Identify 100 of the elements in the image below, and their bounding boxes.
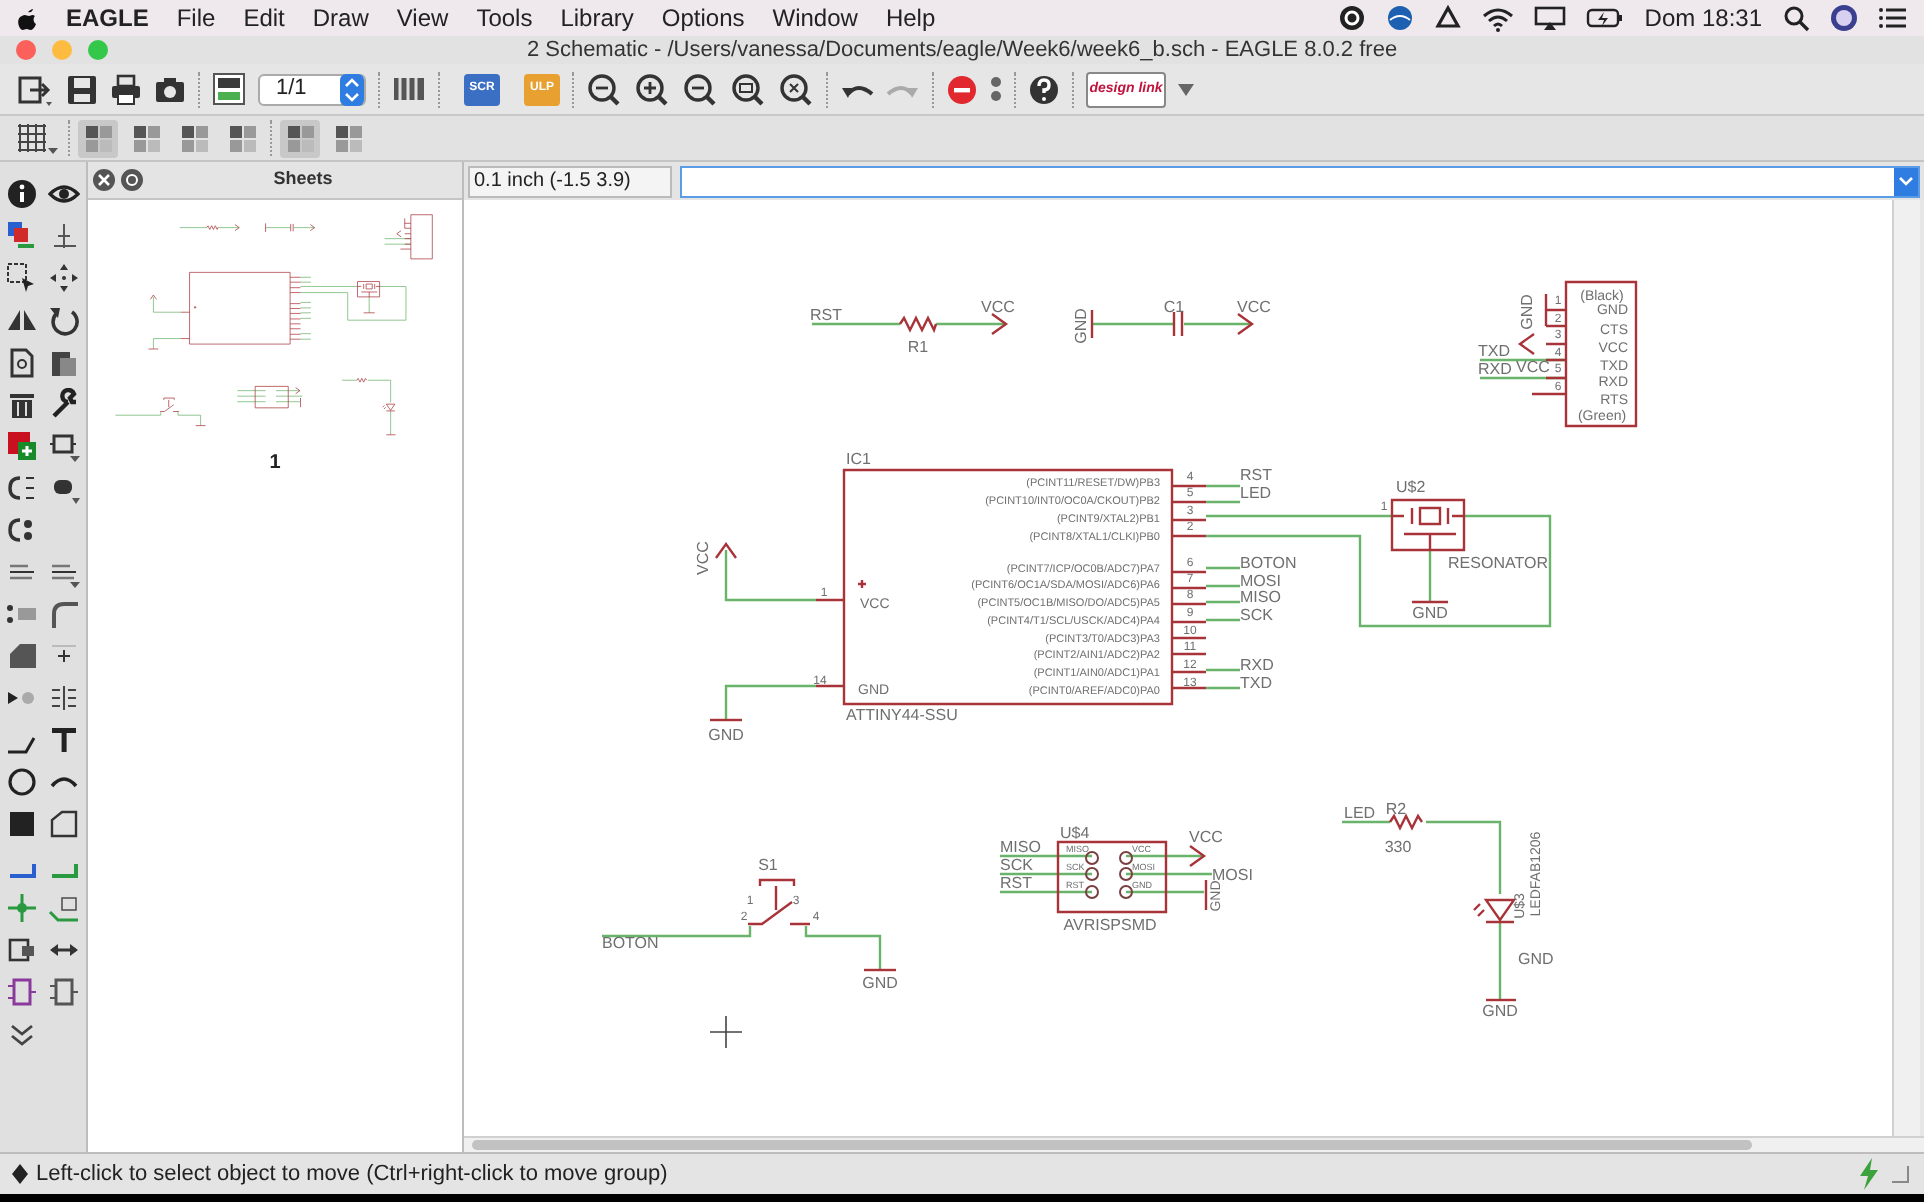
menu-item[interactable]: View xyxy=(396,0,449,36)
origin-mark-icon[interactable] xyxy=(48,220,81,252)
wifi-icon[interactable] xyxy=(1482,4,1515,32)
select-icon[interactable] xyxy=(5,262,38,294)
globe-icon[interactable] xyxy=(1386,4,1415,32)
schematic-label: GND xyxy=(1518,950,1554,968)
add-part-icon[interactable] xyxy=(5,430,38,462)
triangle-drive-icon[interactable] xyxy=(1434,4,1463,32)
menu-item[interactable]: Help xyxy=(885,0,936,36)
layout-icon xyxy=(133,125,159,151)
layout-icon xyxy=(335,125,361,151)
move-icon[interactable] xyxy=(48,262,81,294)
panel-title: Sheets xyxy=(271,166,335,193)
command-field[interactable] xyxy=(680,165,1920,197)
label-icon[interactable] xyxy=(48,892,81,924)
cam-processor-icon[interactable] xyxy=(212,72,246,106)
schematic-label: RXD xyxy=(1478,360,1512,378)
schematic-label: BOTON xyxy=(602,934,659,952)
text-tool-icon[interactable] xyxy=(48,724,81,756)
app-name-menu[interactable]: EAGLE xyxy=(66,0,149,36)
stepper-icon xyxy=(340,73,364,105)
board-icon[interactable] xyxy=(392,72,426,106)
sheet-select[interactable]: 1/1 xyxy=(258,73,366,105)
delete-icon[interactable] xyxy=(5,388,38,420)
swap-icon[interactable] xyxy=(5,514,38,546)
lightning-icon[interactable] xyxy=(1856,1158,1880,1190)
layers-icon[interactable] xyxy=(5,220,38,252)
help-icon[interactable] xyxy=(1028,73,1060,105)
layout-button[interactable] xyxy=(78,119,118,157)
circle-icon[interactable] xyxy=(5,766,38,798)
module-frame-icon[interactable] xyxy=(5,976,38,1008)
menu-item[interactable]: File xyxy=(176,0,216,36)
stop-icon[interactable] xyxy=(946,73,978,105)
battery-icon[interactable] xyxy=(1586,4,1625,32)
polygon-icon[interactable] xyxy=(48,808,81,840)
schematic-label: GND xyxy=(708,726,744,744)
dropdown-caret-icon xyxy=(1898,175,1914,187)
close-panel-icon[interactable] xyxy=(92,168,116,192)
menu-item[interactable]: Draw xyxy=(312,0,369,36)
apple-logo-icon[interactable] xyxy=(16,5,38,31)
attribute-icon[interactable] xyxy=(5,934,38,966)
schematic-label: RST xyxy=(1240,466,1272,484)
wrench-icon[interactable] xyxy=(48,388,81,420)
schematic-label: SCK xyxy=(1000,856,1033,874)
camera-icon[interactable] xyxy=(154,73,186,105)
layout-icon xyxy=(85,125,111,151)
schematic-label: MOSI xyxy=(1212,866,1253,884)
slope-icon[interactable] xyxy=(5,640,38,672)
schematic-label: VCC xyxy=(1237,298,1271,316)
menu-item[interactable]: Options xyxy=(661,0,745,36)
schematic-label: MISO xyxy=(1240,588,1281,606)
paste-icon[interactable] xyxy=(48,346,81,378)
zoom-fit-icon[interactable] xyxy=(586,71,622,107)
menu-item[interactable]: Window xyxy=(772,0,858,36)
dots-icon[interactable] xyxy=(990,74,1002,104)
junction-icon[interactable] xyxy=(5,892,38,924)
replace-part-icon[interactable] xyxy=(48,430,81,462)
export-icon[interactable] xyxy=(16,71,54,107)
schematic-label: GND xyxy=(1412,604,1448,622)
schematic-label: VCC xyxy=(1516,358,1550,376)
zoom-out-icon[interactable] xyxy=(682,71,718,107)
layout-icon xyxy=(287,125,313,151)
scrollbar-track[interactable] xyxy=(1892,200,1920,1136)
menu-item[interactable]: Tools xyxy=(476,0,533,36)
layout-button[interactable] xyxy=(280,119,320,157)
rotate-icon[interactable] xyxy=(48,304,81,336)
menu-item[interactable]: Edit xyxy=(243,0,285,36)
schematic-label: GND xyxy=(1482,1002,1518,1020)
cloud-circle-icon[interactable] xyxy=(1338,4,1367,32)
float-panel-icon[interactable] xyxy=(120,168,144,192)
schematic-label: VCC xyxy=(1189,828,1223,846)
schematic-label: VCC xyxy=(694,541,712,575)
miter-icon[interactable] xyxy=(48,598,81,630)
change-icon[interactable] xyxy=(48,682,81,714)
menubar-clock: Dom 18:31 xyxy=(1644,2,1762,36)
schematic-label: SCK xyxy=(1240,606,1273,624)
sheet-number[interactable]: 1 xyxy=(269,448,281,478)
schematic-label: MOSI xyxy=(1240,572,1281,590)
schematic-label: LED xyxy=(1344,804,1376,822)
caret-icon[interactable] xyxy=(1178,83,1194,95)
save-icon[interactable] xyxy=(66,73,98,105)
horizontal-scrollbar[interactable] xyxy=(472,1140,1752,1150)
zoom-in-icon[interactable] xyxy=(634,71,670,107)
info-icon[interactable] xyxy=(5,178,38,210)
layout-icon xyxy=(181,125,207,151)
schematic-label: R1 xyxy=(907,338,929,356)
rectangle-icon[interactable] xyxy=(5,808,38,840)
grid-icon[interactable] xyxy=(16,121,60,155)
zoom-select-icon[interactable] xyxy=(730,71,766,107)
search-icon[interactable] xyxy=(1782,4,1810,32)
print-icon[interactable] xyxy=(110,73,142,105)
user-circle-icon[interactable] xyxy=(1830,4,1858,32)
list-icon[interactable] xyxy=(1878,4,1908,32)
schematic-label: R2 xyxy=(1385,800,1407,818)
gate-swap-icon[interactable] xyxy=(5,472,38,504)
frame-icon[interactable] xyxy=(48,976,81,1008)
menu-item[interactable]: Library xyxy=(560,0,634,36)
airplay-icon[interactable] xyxy=(1534,4,1567,32)
zoom-previous-icon[interactable] xyxy=(778,71,814,107)
copy-icon[interactable] xyxy=(5,346,38,378)
